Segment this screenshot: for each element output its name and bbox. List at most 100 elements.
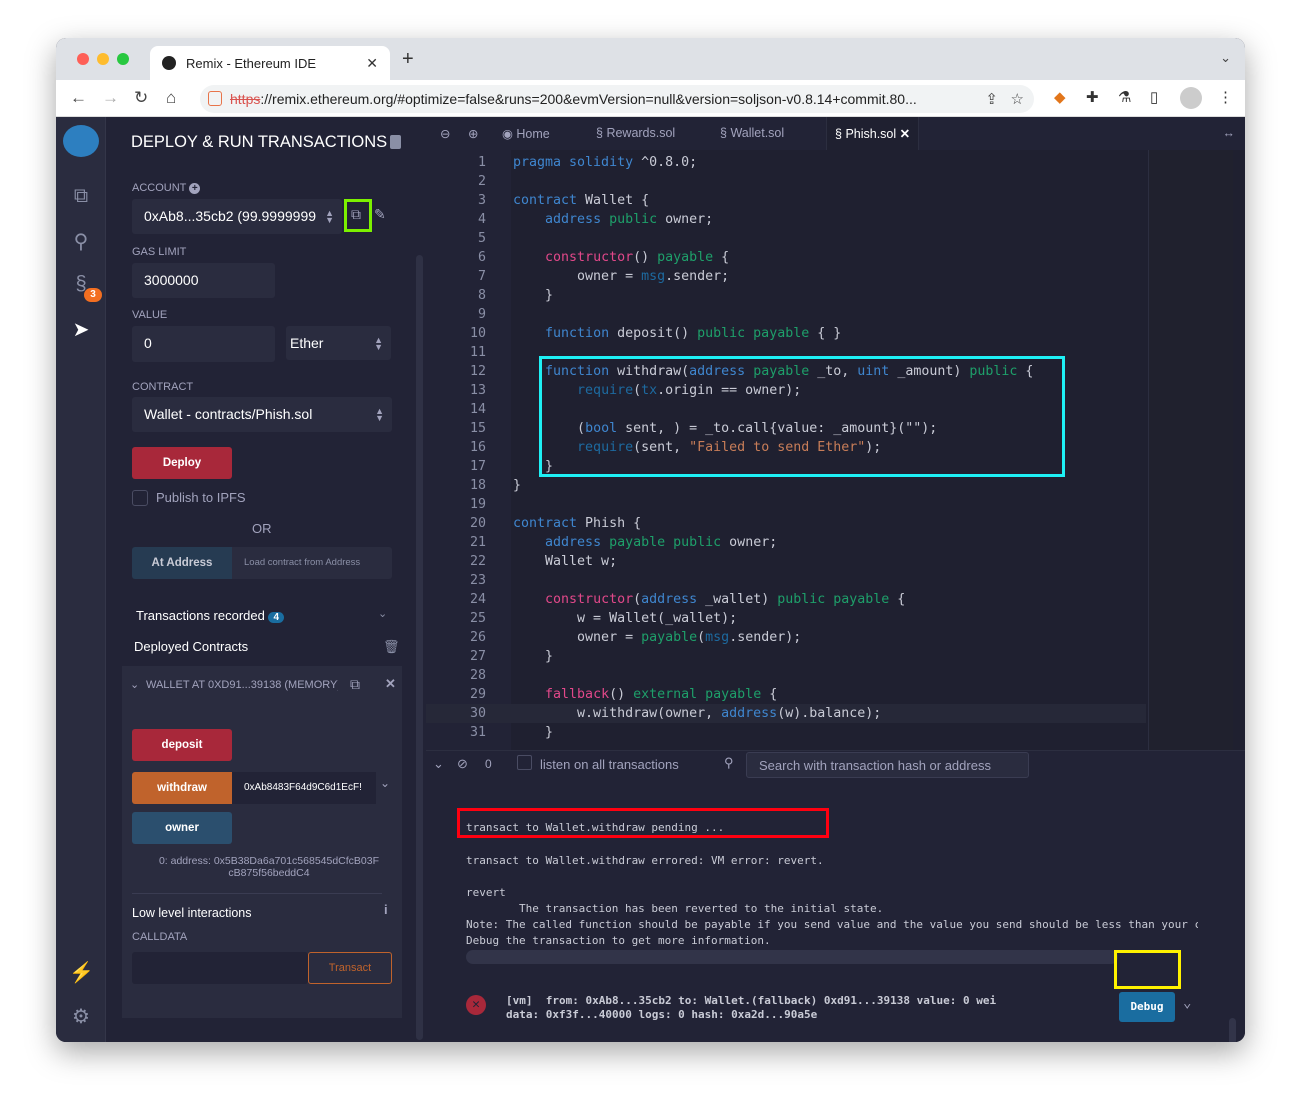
expand-tx-chevron-icon[interactable]: ⌄ bbox=[1183, 995, 1191, 1011]
code-line[interactable]: 6 constructor() payable { bbox=[426, 248, 1146, 267]
code-line[interactable]: 25 w = Wallet(_wallet); bbox=[426, 609, 1146, 628]
code-line[interactable]: 30 w.withdraw(owner, address(w).balance)… bbox=[426, 704, 1146, 723]
trash-icon[interactable]: 🗑 bbox=[383, 639, 400, 655]
deploy-run-icon[interactable]: ➤ bbox=[69, 317, 93, 341]
home-icon[interactable]: ⌂ bbox=[166, 88, 176, 108]
deposit-button[interactable]: deposit bbox=[132, 729, 232, 761]
copy-account-icon[interactable]: ⧉ bbox=[351, 206, 361, 223]
code-line[interactable]: 28 bbox=[426, 666, 1146, 685]
tab-rewards-sol[interactable]: § Rewards.sol bbox=[596, 126, 675, 140]
code-line[interactable]: 15 (bool sent, ) = _to.call{value: _amou… bbox=[426, 419, 1146, 438]
sidebar-toggle-icon[interactable]: ▯ bbox=[1150, 88, 1158, 106]
documentation-book-icon[interactable] bbox=[390, 135, 401, 149]
browser-tab[interactable]: Remix - Ethereum IDE ✕ bbox=[150, 46, 390, 80]
log-horizontal-scrollbar[interactable] bbox=[466, 950, 1118, 964]
close-window-button[interactable] bbox=[77, 53, 89, 65]
extensions-puzzle-icon[interactable]: ✚ bbox=[1086, 88, 1099, 106]
withdraw-args-input[interactable]: 0xAb8483F64d9C6d1EcF! bbox=[232, 772, 376, 804]
expand-editor-icon[interactable]: ↔ bbox=[1223, 126, 1236, 140]
settings-gear-icon[interactable]: ⚙ bbox=[69, 1004, 93, 1028]
panel-scrollbar[interactable] bbox=[416, 255, 423, 1040]
terminal-scrollbar[interactable] bbox=[1229, 1018, 1236, 1042]
code-line[interactable]: 1 pragma solidity ^0.8.0; bbox=[426, 153, 1146, 172]
share-icon[interactable]: ⇪ bbox=[979, 90, 998, 108]
code-line[interactable]: 17 } bbox=[426, 457, 1146, 476]
code-line[interactable]: 14 bbox=[426, 400, 1146, 419]
tx-summary-line1[interactable]: [vm] from: 0xAb8...35cb2 to: Wallet.(fal… bbox=[506, 994, 996, 1007]
remove-instance-icon[interactable]: ✕ bbox=[385, 676, 396, 692]
minimap[interactable] bbox=[1148, 150, 1233, 750]
code-line[interactable]: 13 require(tx.origin == owner); bbox=[426, 381, 1146, 400]
code-line[interactable]: 4 address public owner; bbox=[426, 210, 1146, 229]
debug-button[interactable]: Debug bbox=[1119, 992, 1175, 1022]
code-line[interactable]: 29 fallback() external payable { bbox=[426, 685, 1146, 704]
zoom-out-icon[interactable]: ⊖ bbox=[440, 126, 450, 141]
tab-home[interactable]: ◉ Home bbox=[502, 126, 550, 141]
browser-menu-icon[interactable]: ⋮ bbox=[1218, 88, 1233, 106]
code-line[interactable]: 9 bbox=[426, 305, 1146, 324]
code-line[interactable]: 2 bbox=[426, 172, 1146, 191]
file-explorer-icon[interactable]: ⧉ bbox=[69, 185, 93, 209]
code-line[interactable]: 21 address payable public owner; bbox=[426, 533, 1146, 552]
copy-address-icon[interactable]: ⧉ bbox=[350, 676, 360, 693]
code-line[interactable]: 12 function withdraw(address payable _to… bbox=[426, 362, 1146, 381]
close-tab-icon[interactable]: ✕ bbox=[366, 55, 378, 72]
code-line[interactable]: 19 bbox=[426, 495, 1146, 514]
chevron-down-icon[interactable]: ⌄ bbox=[378, 607, 387, 620]
tab-search-chevron-icon[interactable]: ⌄ bbox=[1220, 50, 1231, 66]
reload-icon[interactable]: ↻ bbox=[134, 88, 148, 108]
code-line[interactable]: 11 bbox=[426, 343, 1146, 362]
instance-collapse-chevron-icon[interactable]: ⌄ bbox=[130, 678, 139, 691]
add-account-icon[interactable]: + bbox=[189, 183, 201, 194]
back-icon[interactable]: ← bbox=[70, 88, 87, 108]
code-line[interactable]: 7 owner = msg.sender; bbox=[426, 267, 1146, 286]
tab-phish-sol[interactable]: § Phish.sol ✕ bbox=[826, 117, 920, 150]
code-line[interactable]: 10 function deposit() public payable { } bbox=[426, 324, 1146, 343]
code-line[interactable]: 27 } bbox=[426, 647, 1146, 666]
forward-icon[interactable]: → bbox=[102, 88, 119, 108]
value-unit-select[interactable]: Ether ▲ ▼ bbox=[286, 326, 391, 360]
bookmark-star-icon[interactable]: ☆ bbox=[1011, 90, 1024, 108]
edit-account-icon[interactable]: ✎ bbox=[374, 206, 386, 223]
code-line[interactable]: 3 contract Wallet { bbox=[426, 191, 1146, 210]
info-icon[interactable]: i bbox=[384, 902, 388, 917]
close-tab-icon[interactable]: ✕ bbox=[900, 127, 910, 141]
plugin-manager-icon[interactable]: ⚡ bbox=[69, 960, 94, 984]
clear-console-icon[interactable]: ⊘ bbox=[457, 756, 468, 772]
collapse-terminal-icon[interactable]: ⌄ bbox=[433, 756, 444, 772]
expand-args-chevron-icon[interactable]: ⌄ bbox=[380, 776, 390, 790]
code-line[interactable]: 5 bbox=[426, 229, 1146, 248]
code-line[interactable]: 26 owner = payable(msg.sender); bbox=[426, 628, 1146, 647]
code-line[interactable]: 8 } bbox=[426, 286, 1146, 305]
code-line[interactable]: 18} bbox=[426, 476, 1146, 495]
at-address-button[interactable]: At Address bbox=[132, 547, 232, 579]
owner-button[interactable]: owner bbox=[132, 812, 232, 844]
minimize-window-button[interactable] bbox=[97, 53, 109, 65]
lab-flask-icon[interactable]: ⚗ bbox=[1118, 88, 1131, 106]
tx-summary-line2[interactable]: data: 0xf3f...40000 logs: 0 hash: 0xa2d.… bbox=[506, 1008, 817, 1021]
gas-limit-input[interactable]: 3000000 bbox=[132, 263, 275, 298]
search-icon[interactable]: ⚲ bbox=[69, 229, 93, 253]
remix-logo-icon[interactable] bbox=[63, 125, 99, 157]
transactions-recorded-header[interactable]: Transactions recorded 4 bbox=[136, 608, 285, 623]
code-line[interactable]: 20 contract Phish { bbox=[426, 514, 1146, 533]
new-tab-button[interactable]: + bbox=[402, 48, 414, 71]
account-select[interactable]: 0xAb8...35cb2 (99.9999999 ▲ ▼ bbox=[132, 199, 342, 234]
code-line[interactable]: 16 require(sent, "Failed to send Ether")… bbox=[426, 438, 1146, 457]
publish-ipfs-checkbox[interactable] bbox=[132, 490, 148, 506]
contract-select[interactable]: Wallet - contracts/Phish.sol ▲ ▼ bbox=[132, 397, 392, 432]
code-line[interactable]: 31 } bbox=[426, 723, 1146, 742]
terminal-search-input[interactable]: Search with transaction hash or address bbox=[746, 752, 1029, 778]
calldata-input[interactable] bbox=[132, 952, 308, 984]
at-address-input[interactable]: Load contract from Address bbox=[232, 547, 392, 579]
code-lines[interactable]: 1 pragma solidity ^0.8.0; 2 3 contract Walle… bbox=[426, 153, 1146, 742]
url-field[interactable]: https://remix.ethereum.org/#optimize=fal… bbox=[200, 85, 1034, 113]
listen-checkbox[interactable] bbox=[517, 755, 532, 770]
code-line[interactable]: 24 constructor(address _wallet) public p… bbox=[426, 590, 1146, 609]
deploy-button[interactable]: Deploy bbox=[132, 447, 232, 479]
transact-button[interactable]: Transact bbox=[308, 952, 392, 984]
withdraw-button[interactable]: withdraw bbox=[132, 772, 232, 804]
tab-wallet-sol[interactable]: § Wallet.sol bbox=[720, 126, 784, 140]
code-line[interactable]: 22 Wallet w; bbox=[426, 552, 1146, 571]
value-input[interactable]: 0 bbox=[132, 326, 275, 362]
